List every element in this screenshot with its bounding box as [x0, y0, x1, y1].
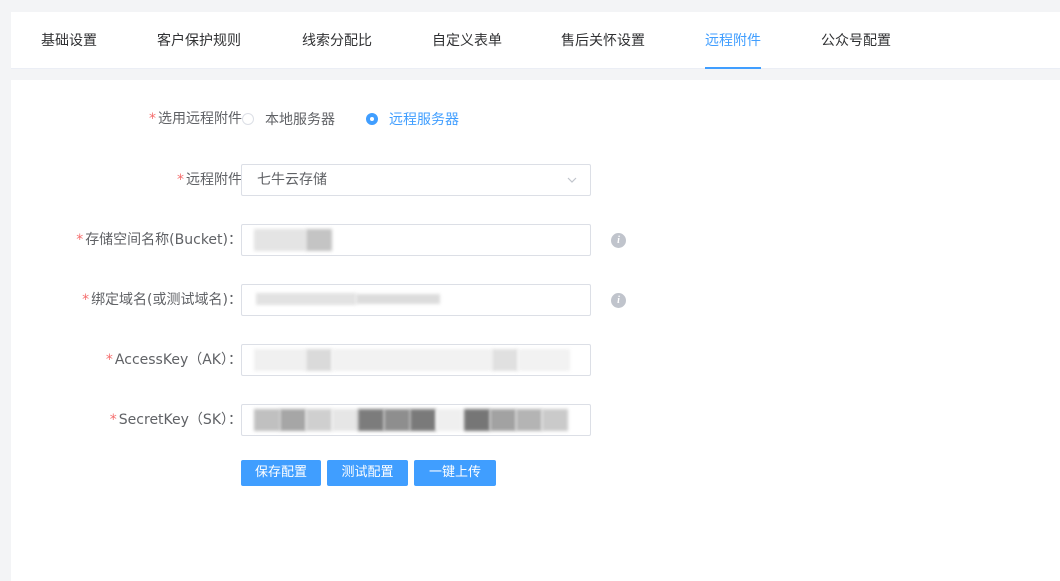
redaction-mask: [254, 229, 306, 251]
settings-panel: * 选用远程附件 本地服务器 远程服务器 * 远程附件 七牛云存储 * 存储空间名称(…: [11, 80, 1060, 581]
remote-attachment-row: * 远程附件 七牛云存储: [11, 164, 1060, 196]
required-mark: *: [82, 292, 90, 308]
chevron-down-icon[interactable]: [566, 174, 578, 186]
action-buttons: 保存配置 测试配置 一键上传: [11, 460, 1060, 492]
redaction-mask: [492, 349, 518, 371]
access-key-input[interactable]: [241, 344, 591, 376]
tab-lead-allocation[interactable]: 线索分配比: [302, 12, 372, 68]
tab-custom-form[interactable]: 自定义表单: [432, 12, 502, 68]
info-icon[interactable]: i: [611, 293, 626, 308]
redaction-mask: [410, 409, 436, 431]
remote-attachment-select[interactable]: 七牛云存储: [241, 164, 591, 196]
secret-key-label: * SecretKey（SK）：: [110, 404, 242, 436]
radio-remote-server[interactable]: 远程服务器: [366, 103, 459, 135]
bucket-label-text: 存储空间名称(Bucket)：: [85, 232, 242, 248]
remote-select-label: * 选用远程附件: [149, 103, 242, 135]
radio-remote-server-label: 远程服务器: [389, 112, 459, 128]
bucket-input[interactable]: [241, 224, 591, 256]
info-icon[interactable]: i: [611, 233, 626, 248]
required-mark: *: [105, 352, 113, 368]
redaction-mask: [518, 349, 570, 371]
test-config-button[interactable]: 测试配置: [327, 460, 408, 486]
redaction-mask: [280, 409, 306, 431]
redaction-mask: [356, 294, 440, 304]
tab-basic-settings[interactable]: 基础设置: [41, 12, 97, 68]
redaction-mask: [542, 409, 568, 431]
tab-remote-attachment[interactable]: 远程附件: [705, 12, 761, 69]
redaction-mask: [436, 409, 462, 431]
tab-bar: 基础设置 客户保护规则 线索分配比 自定义表单 售后关怀设置 远程附件 公众号配…: [11, 12, 1060, 69]
save-config-button[interactable]: 保存配置: [241, 460, 321, 486]
remote-attachment-select-value: 七牛云存储: [257, 172, 327, 188]
radio-local-server[interactable]: 本地服务器: [242, 103, 335, 135]
redaction-mask: [384, 409, 410, 431]
redaction-mask: [256, 293, 356, 305]
access-key-label-text: AccessKey（AK）：: [114, 352, 242, 368]
secret-key-label-text: SecretKey（SK）：: [118, 412, 242, 428]
remote-attachment-label-text: 远程附件: [186, 172, 242, 188]
domain-label-text: 绑定域名(或测试域名)：: [91, 292, 242, 308]
radio-unchecked-icon[interactable]: [242, 113, 254, 125]
tab-after-sales-care[interactable]: 售后关怀设置: [561, 12, 645, 68]
redaction-mask: [464, 409, 490, 431]
redaction-mask: [516, 409, 542, 431]
secret-key-row: * SecretKey（SK）：: [11, 404, 1060, 436]
domain-label: * 绑定域名(或测试域名)：: [82, 284, 242, 316]
secret-key-input[interactable]: [241, 404, 591, 436]
redaction-mask: [332, 349, 492, 371]
redaction-mask: [490, 409, 516, 431]
required-mark: *: [177, 172, 184, 188]
bucket-label: * 存储空间名称(Bucket)：: [76, 224, 242, 256]
remote-select-row: * 选用远程附件 本地服务器 远程服务器: [11, 103, 1060, 135]
domain-row: * 绑定域名(或测试域名)： i: [11, 284, 1060, 316]
access-key-row: * AccessKey（AK）：: [11, 344, 1060, 376]
redaction-mask: [332, 409, 358, 431]
bucket-row: * 存储空间名称(Bucket)： i: [11, 224, 1060, 256]
required-mark: *: [109, 412, 117, 428]
radio-checked-icon[interactable]: [366, 113, 378, 125]
remote-select-label-text: 选用远程附件: [158, 111, 242, 127]
redaction-mask: [306, 409, 332, 431]
redaction-mask: [306, 229, 332, 251]
tab-customer-protection[interactable]: 客户保护规则: [157, 12, 241, 68]
one-click-upload-button[interactable]: 一键上传: [414, 460, 496, 486]
redaction-mask: [254, 349, 306, 371]
redaction-mask: [254, 409, 280, 431]
access-key-label: * AccessKey（AK）：: [106, 344, 242, 376]
redaction-mask: [358, 409, 384, 431]
redaction-mask: [306, 349, 332, 371]
radio-local-server-label: 本地服务器: [265, 112, 335, 128]
remote-attachment-label: * 远程附件: [177, 164, 242, 196]
required-mark: *: [76, 232, 84, 248]
domain-input[interactable]: [241, 284, 591, 316]
tab-official-account[interactable]: 公众号配置: [821, 12, 891, 68]
required-mark: *: [149, 111, 156, 127]
